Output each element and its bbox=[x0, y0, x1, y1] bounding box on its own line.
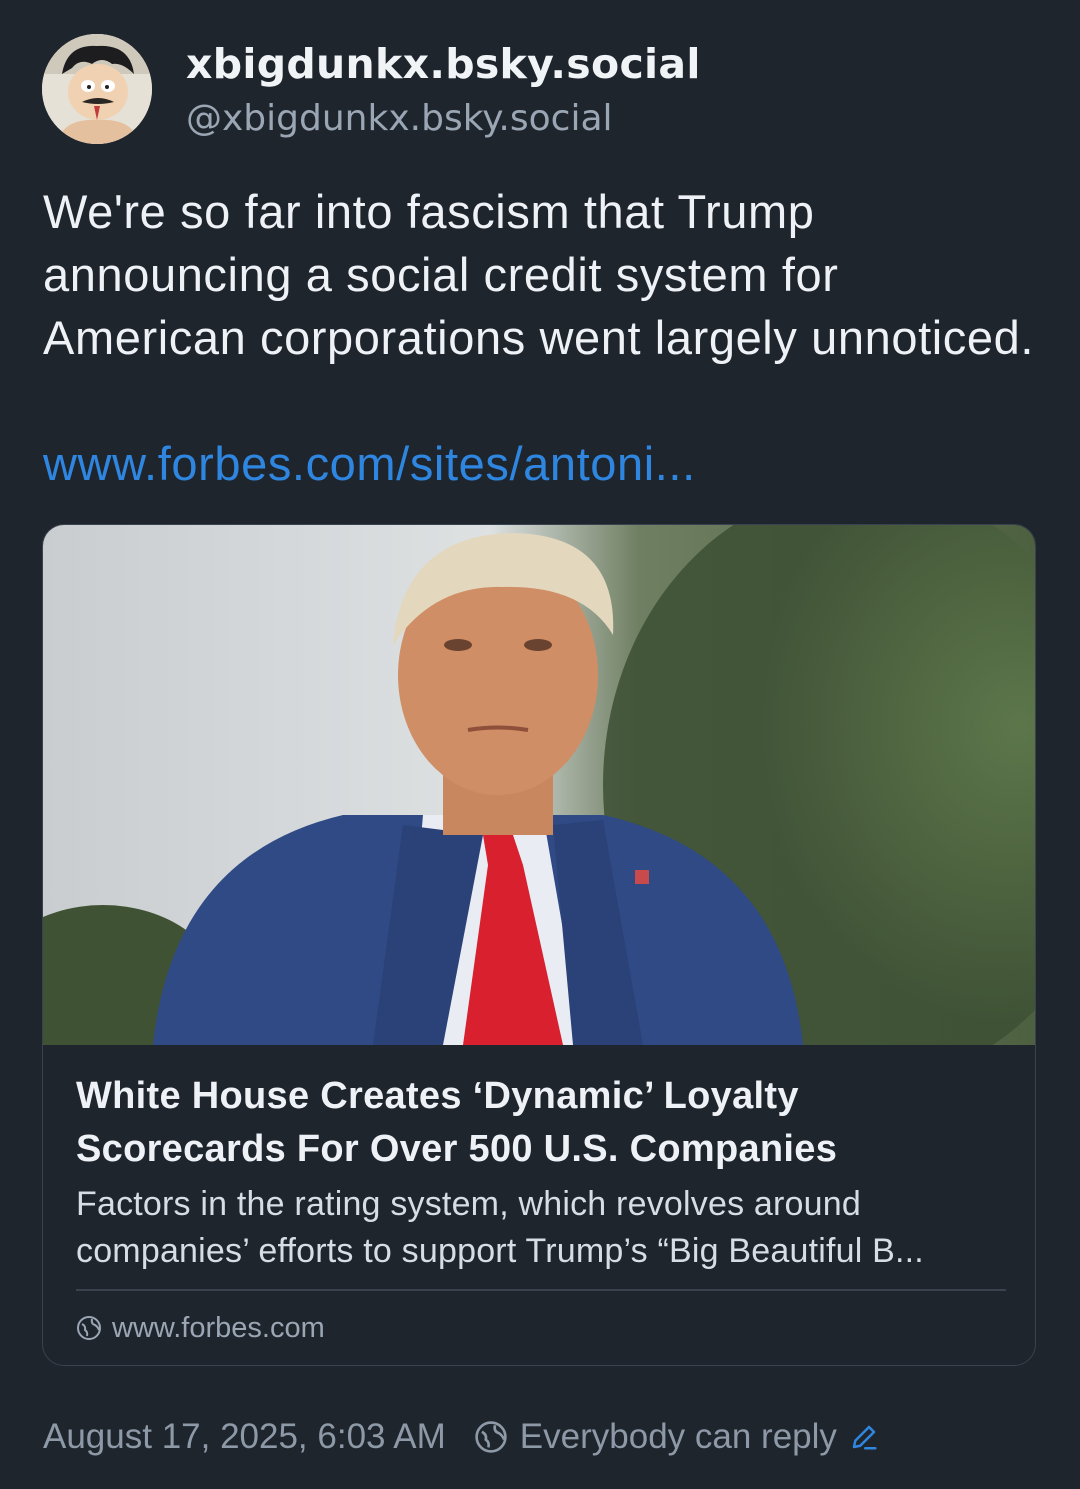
link-preview-card[interactable]: White House Creates ‘Dynamic’ Loyalty Sc… bbox=[42, 524, 1036, 1366]
post-text: We're so far into fascism that Trump ann… bbox=[43, 185, 1035, 364]
cartoon-avatar-icon bbox=[42, 34, 152, 144]
card-title: White House Creates ‘Dynamic’ Loyalty Sc… bbox=[76, 1075, 838, 1170]
reply-setting[interactable]: Everybody can reply bbox=[474, 1417, 879, 1457]
author-display-name[interactable]: xbigdunkx.bsky.social bbox=[186, 40, 701, 88]
card-domain-text: www.forbes.com bbox=[112, 1311, 325, 1344]
globe-icon bbox=[475, 1421, 507, 1453]
card-divider bbox=[76, 1289, 1006, 1291]
post-container: xbigdunkx.bsky.social @xbigdunkx.bsky.so… bbox=[0, 0, 1080, 1489]
post-link[interactable]: www.forbes.com/sites/antoni... bbox=[43, 432, 696, 495]
reply-setting-label: Everybody can reply bbox=[519, 1417, 837, 1456]
author-avatar[interactable] bbox=[42, 34, 152, 144]
card-description: Factors in the rating system, which revo… bbox=[76, 1185, 924, 1270]
post-footer: August 17, 2025, 6:03 AM Everybody can r… bbox=[43, 1413, 879, 1461]
post-timestamp[interactable]: August 17, 2025, 6:03 AM bbox=[43, 1417, 446, 1457]
pencil-icon[interactable] bbox=[849, 1422, 879, 1452]
card-domain: www.forbes.com bbox=[76, 1310, 325, 1346]
globe-icon bbox=[77, 1316, 101, 1340]
article-photo-icon bbox=[43, 525, 1035, 1045]
author-handle[interactable]: @xbigdunkx.bsky.social bbox=[186, 98, 613, 139]
